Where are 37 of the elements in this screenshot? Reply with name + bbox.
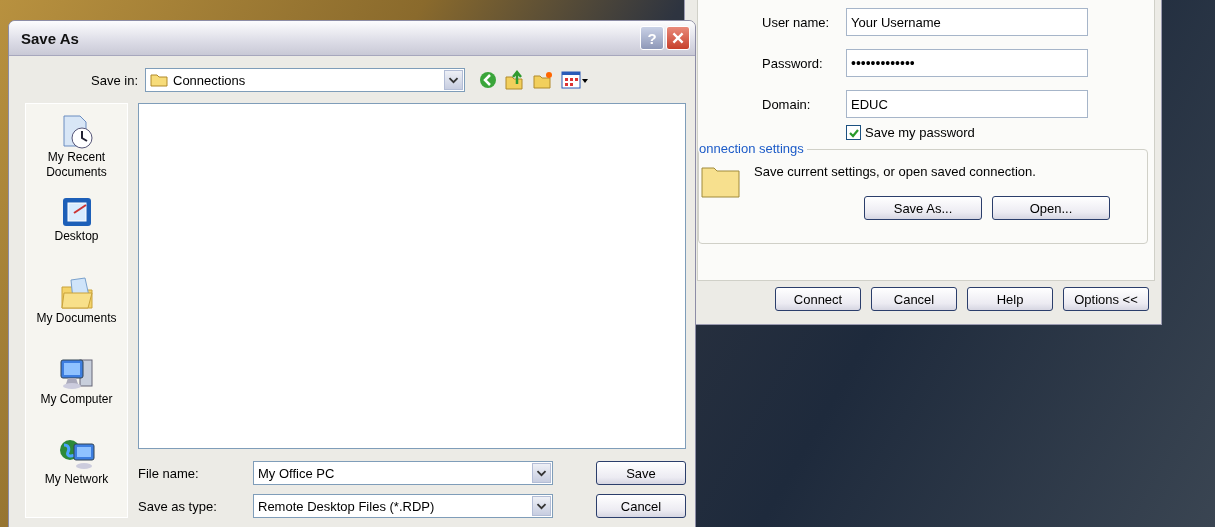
- dialog-button[interactable]: Help: [967, 287, 1053, 311]
- places-bar-item[interactable]: Desktop: [26, 194, 127, 276]
- views-menu-icon[interactable]: [561, 71, 589, 89]
- password-field[interactable]: •••••••••••••: [846, 49, 1088, 77]
- field-label: Password:: [762, 55, 824, 71]
- folder-icon: [701, 164, 741, 198]
- cancel-button[interactable]: Cancel: [596, 494, 686, 518]
- folder-document-icon: [58, 275, 95, 312]
- open-button[interactable]: Open...: [992, 196, 1110, 220]
- file-name-label: File name:: [138, 465, 200, 481]
- group-title: onnection settings: [699, 141, 807, 156]
- save-in-dropdown[interactable]: Connections: [145, 68, 465, 92]
- places-bar-item[interactable]: My Documents: [26, 275, 127, 356]
- save-as-type-label: Save as type:: [138, 498, 218, 514]
- file-name-field[interactable]: My Office PC: [253, 461, 553, 485]
- places-bar-item[interactable]: My Recent Documents: [26, 114, 127, 195]
- save-in-label: Save in:: [90, 72, 139, 88]
- save-button[interactable]: Save: [596, 461, 686, 485]
- dialog-button[interactable]: Connect: [775, 287, 861, 311]
- text-field[interactable]: EDUC: [846, 90, 1088, 118]
- close-icon[interactable]: [666, 26, 690, 50]
- field-label: Domain:: [762, 96, 812, 112]
- places-bar-item[interactable]: My Network: [26, 436, 127, 517]
- field-label: User name:: [762, 14, 831, 30]
- dialog-button[interactable]: Options <<: [1063, 287, 1149, 311]
- places-bar-item[interactable]: My Computer: [26, 355, 127, 437]
- save-as-button[interactable]: Save As...: [864, 196, 982, 220]
- checkbox[interactable]: [846, 125, 861, 140]
- description-text: Save current settings, or open saved connection.: [754, 164, 1037, 179]
- save-as-type-dropdown[interactable]: Remote Desktop Files (*.RDP): [253, 494, 553, 518]
- checkbox-label: Save my password: [865, 125, 975, 140]
- window-title: Save As: [21, 29, 80, 47]
- text-field[interactable]: Your Username: [846, 8, 1088, 36]
- up-folder-icon[interactable]: [505, 70, 525, 90]
- save-in-value: Connections: [173, 72, 246, 88]
- dialog-button[interactable]: Cancel: [871, 287, 957, 311]
- folder-icon: [150, 73, 168, 87]
